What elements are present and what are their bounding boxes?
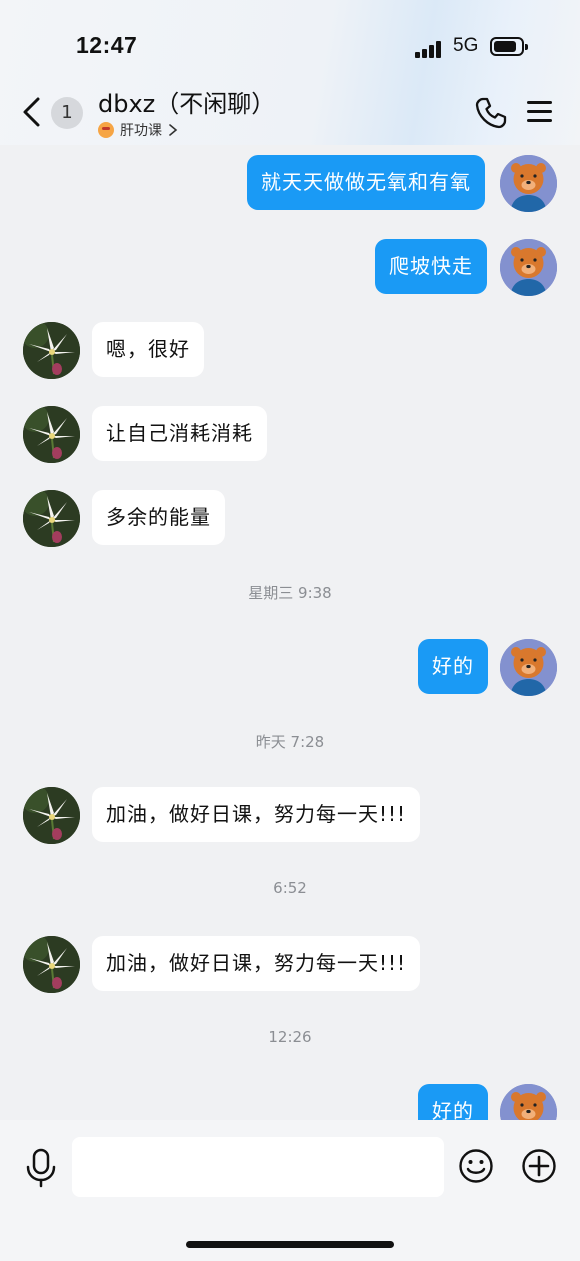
subtitle-label: 肝功课 [120,123,162,139]
microphone-icon[interactable] [24,1148,58,1188]
status-bar: 12:47 5G [0,0,580,90]
emoji-icon-face [98,122,114,138]
contact-avatar[interactable] [23,936,80,993]
my-avatar[interactable] [500,155,557,212]
signal-icon [415,38,445,58]
incoming-message-bubble[interactable]: 加油，做好日课，努力每一天!!! [92,787,421,842]
timestamp: 12:26 [268,1028,312,1046]
chat-subtitle[interactable]: 肝功课 [98,120,178,140]
plus-icon[interactable] [521,1148,557,1184]
network-type: 5G [453,35,479,56]
flower-avatar-icon [23,787,80,844]
outgoing-message-bubble[interactable]: 好的 [418,639,488,694]
home-indicator[interactable] [186,1241,394,1248]
incoming-message-bubble[interactable]: 加油，做好日课，努力每一天!!! [92,936,421,991]
input-bar [0,1120,580,1261]
menu-icon[interactable] [527,100,553,124]
my-avatar[interactable] [500,239,557,296]
timestamp: 6:52 [273,879,307,897]
bear-avatar-icon [500,1084,557,1120]
bear-avatar-icon [500,239,557,296]
contact-avatar[interactable] [23,322,80,379]
incoming-message-bubble[interactable]: 嗯，很好 [92,322,204,377]
chat-title[interactable]: dbxz（不闲聊） [98,84,275,119]
contact-avatar[interactable] [23,787,80,844]
flower-avatar-icon [23,936,80,993]
back-arrow-icon[interactable] [18,96,46,128]
chevron-right-icon [169,124,178,136]
timestamp: 昨天 7:28 [255,733,325,751]
bear-avatar-icon [500,155,557,212]
incoming-message-bubble[interactable]: 多余的能量 [92,490,225,545]
my-avatar[interactable] [500,1084,557,1120]
contact-avatar[interactable] [23,490,80,547]
outgoing-message-bubble[interactable]: 好的 [418,1084,488,1120]
status-time: 12:47 [76,32,138,58]
bear-avatar-icon [500,639,557,696]
flower-avatar-icon [23,322,80,379]
my-avatar[interactable] [500,639,557,696]
chat-header: 1 dbxz（不闲聊） 肝功课 [0,80,580,145]
flower-avatar-icon [23,406,80,463]
message-input[interactable] [72,1137,444,1197]
contact-avatar[interactable] [23,406,80,463]
outgoing-message-bubble[interactable]: 爬坡快走 [375,239,487,294]
battery-icon [490,37,528,56]
emoji-icon[interactable] [458,1148,494,1184]
outgoing-message-bubble[interactable]: 就天天做做无氧和有氧 [247,155,485,210]
flower-avatar-icon [23,490,80,547]
incoming-message-bubble[interactable]: 让自己消耗消耗 [92,406,267,461]
phone-icon[interactable] [474,96,508,130]
message-list[interactable]: 就天天做做无氧和有氧 爬坡快走 嗯，很好 让自己消耗消耗 多余的能量 星期三 9… [0,145,580,1120]
unread-count-badge[interactable]: 1 [51,97,83,129]
timestamp: 星期三 9:38 [248,584,332,602]
